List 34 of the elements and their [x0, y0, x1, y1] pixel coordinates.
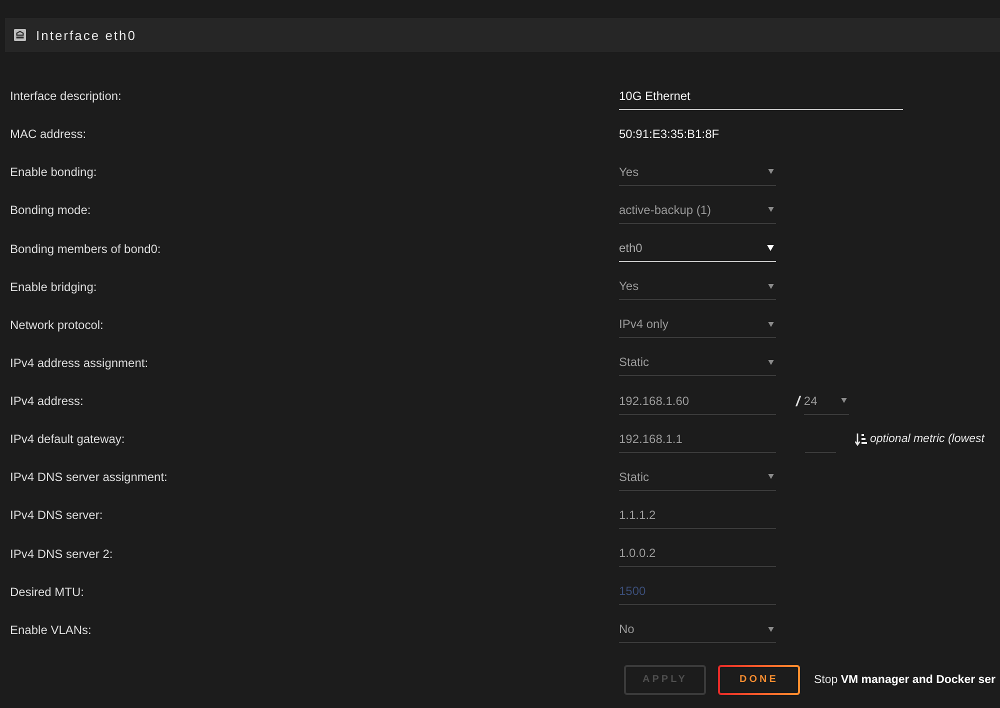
caret-icon: [768, 169, 774, 174]
field-label: IPv4 DNS server:: [10, 508, 103, 522]
field-label: Enable VLANs:: [10, 622, 92, 637]
action-button[interactable]: DONE: [718, 664, 800, 695]
field-label: IPv4 address assignment:: [10, 356, 148, 370]
field-label: Enable bonding:: [10, 165, 97, 180]
field-label: IPv4 default gateway:: [10, 432, 125, 446]
field-label: Interface description:: [10, 89, 122, 104]
field-label: IPv4 DNS server assignment:: [10, 470, 168, 484]
field-label: MAC address:: [10, 127, 86, 142]
network-port-icon: [14, 29, 26, 41]
separator: /: [796, 393, 800, 410]
text-field[interactable]: 10G Ethernet: [619, 82, 903, 110]
caret-icon: [840, 398, 847, 404]
field-label: Bonding mode:: [10, 203, 91, 218]
panel-title: Interface eth0: [36, 28, 136, 42]
caret-icon: [768, 207, 774, 212]
field-value: 50:91:E3:35:B1:8F: [619, 127, 720, 142]
caret-icon: [768, 626, 774, 632]
info-text: Stop VM manager and Docker ser: [814, 674, 996, 686]
field-label: Desired MTU:: [10, 584, 84, 599]
caret-icon: [768, 474, 774, 480]
caret-icon: [768, 360, 774, 365]
field-label: Enable bridging:: [10, 280, 97, 294]
field-label: Bonding members of bond0:: [10, 242, 161, 256]
hint-text: optional metric (lowest: [870, 433, 984, 446]
caret-icon: [768, 322, 774, 327]
field-label: IPv4 address:: [10, 394, 84, 408]
field-label: IPv4 DNS server 2:: [10, 546, 113, 561]
dropdown-field[interactable]: eth0: [619, 235, 776, 262]
caret-icon: [768, 284, 774, 289]
field-label: Network protocol:: [10, 318, 104, 332]
sort-descending-icon: [855, 432, 867, 446]
caret-icon: [767, 245, 774, 252]
